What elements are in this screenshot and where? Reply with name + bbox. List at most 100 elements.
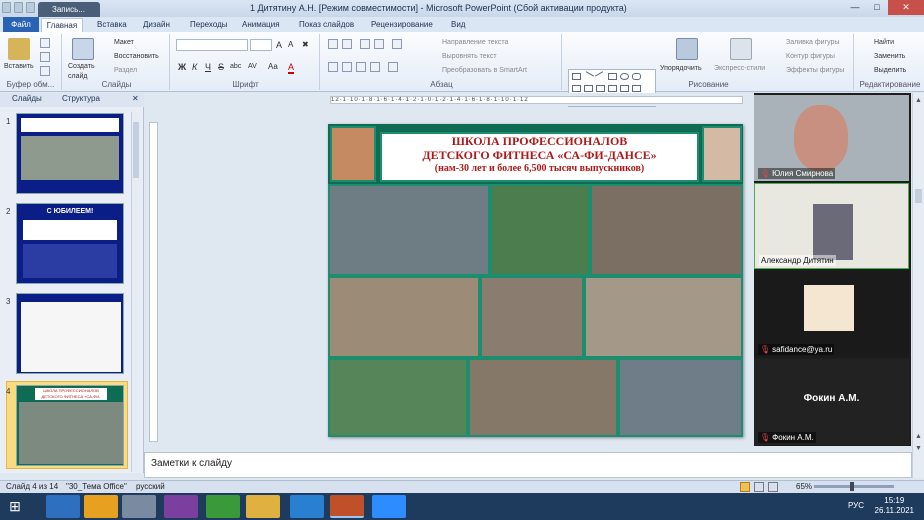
tab-review[interactable]: Рецензирование: [371, 18, 433, 32]
maximize-button[interactable]: □: [866, 0, 888, 15]
recording-tab[interactable]: Запись...: [38, 2, 100, 17]
photo-classroom[interactable]: [328, 184, 490, 276]
firefox-taskbar-icon[interactable]: [84, 495, 118, 518]
decrease-indent-icon[interactable]: [360, 39, 370, 49]
bullets-icon[interactable]: [328, 39, 338, 49]
participant-tile-1[interactable]: 🎙 Юлия Смирнова: [754, 95, 909, 181]
photo-fitballs[interactable]: [490, 184, 590, 276]
tab-insert[interactable]: Вставка: [97, 18, 127, 32]
tab-home[interactable]: Главная: [41, 18, 83, 32]
arrange-button[interactable]: Упорядочить: [660, 64, 702, 74]
find-button[interactable]: Найти: [874, 38, 894, 48]
spacing-button[interactable]: AV: [248, 62, 257, 72]
shape-effects-button[interactable]: Эффекты фигуры: [786, 66, 844, 76]
slides-panel-scrollbar[interactable]: [131, 112, 140, 472]
font-color-button[interactable]: A: [288, 62, 295, 74]
photo-lecture[interactable]: [480, 276, 584, 358]
zoom-slider[interactable]: [814, 482, 894, 491]
shadow-button[interactable]: abc: [230, 62, 241, 72]
save-icon[interactable]: [2, 2, 11, 13]
align-text-button[interactable]: Выровнять текст: [442, 52, 497, 62]
quick-styles-button[interactable]: Экспресс-стили: [714, 64, 765, 74]
slide-thumbnail-1[interactable]: [16, 113, 124, 194]
tab-slideshow[interactable]: Показ слайдов: [299, 18, 354, 32]
reading-view-icon[interactable]: [768, 482, 778, 492]
increase-indent-icon[interactable]: [374, 39, 384, 49]
section-button[interactable]: Раздел: [114, 66, 137, 76]
new-slide-button[interactable]: Создать слайд: [68, 62, 104, 82]
shape-fill-button[interactable]: Заливка фигуры: [786, 38, 839, 48]
portrait-left-photo[interactable]: [330, 126, 376, 182]
shape-arrow2-icon[interactable]: [620, 85, 629, 92]
shape-line-icon[interactable]: [582, 71, 595, 82]
shape-oval-icon[interactable]: [620, 73, 629, 80]
close-panel-icon[interactable]: ✕: [132, 94, 139, 103]
shape-rect2-icon[interactable]: [572, 85, 581, 92]
tab-design[interactable]: Дизайн: [143, 18, 170, 32]
tab-transitions[interactable]: Переходы: [190, 18, 228, 32]
photo-trainers[interactable]: [618, 358, 743, 437]
grow-font-button[interactable]: A: [276, 40, 282, 50]
explorer-taskbar-icon[interactable]: [246, 495, 280, 518]
minimize-button[interactable]: —: [844, 0, 866, 15]
copy-icon[interactable]: [40, 52, 50, 62]
justify-icon[interactable]: [370, 62, 380, 72]
undo-icon[interactable]: [14, 2, 23, 13]
slide-thumbnail-3[interactable]: [16, 293, 124, 374]
paste-icon[interactable]: [8, 38, 30, 60]
shape-triangle-icon[interactable]: [584, 85, 593, 92]
redo-icon[interactable]: [26, 2, 35, 13]
photo-dance-hall[interactable]: [590, 184, 743, 276]
prev-slide-icon[interactable]: ▲: [915, 433, 922, 440]
start-icon[interactable]: ⊞: [4, 495, 26, 518]
zoom-level[interactable]: 65%: [796, 481, 812, 493]
shape-textbox-icon[interactable]: [572, 73, 581, 80]
shape-roundrect-icon[interactable]: [632, 73, 641, 80]
photo-balls[interactable]: [328, 358, 468, 437]
language-indicator[interactable]: русский: [136, 481, 165, 493]
shape-arrow-icon[interactable]: [608, 85, 617, 92]
participant-tile-3[interactable]: 🎙 safidance@ya.ru: [754, 271, 909, 357]
shape-lshape-icon[interactable]: [596, 85, 605, 92]
line-spacing-icon[interactable]: [392, 39, 402, 49]
format-painter-icon[interactable]: [40, 66, 50, 76]
scroll-up-icon[interactable]: ▲: [915, 97, 922, 104]
tab-animation[interactable]: Анимация: [242, 18, 280, 32]
underline-button[interactable]: Ч: [205, 62, 211, 72]
select-button[interactable]: Выделить: [874, 66, 906, 76]
ie-taskbar-icon[interactable]: [46, 495, 80, 518]
arrange-icon[interactable]: [676, 38, 698, 60]
cut-icon[interactable]: [40, 38, 50, 48]
align-right-icon[interactable]: [356, 62, 366, 72]
strike-button[interactable]: S: [218, 62, 224, 72]
chrome-taskbar-icon[interactable]: [206, 495, 240, 518]
align-left-icon[interactable]: [328, 62, 338, 72]
text-direction-button[interactable]: Направление текста: [442, 38, 508, 48]
paste-button[interactable]: Вставить: [4, 62, 34, 72]
editor-scrollbar[interactable]: ▲ ▲ ▼: [912, 93, 924, 478]
portrait-right-photo[interactable]: [702, 126, 742, 182]
participant-tile-4[interactable]: Фокин А.М. 🎙 Фокин А.М.: [754, 359, 909, 445]
edge-taskbar-icon[interactable]: [290, 495, 324, 518]
zoom-taskbar-icon[interactable]: [372, 495, 406, 518]
slide-sorter-icon[interactable]: [754, 482, 764, 492]
photo-audience[interactable]: [468, 358, 618, 437]
tab-outline-panel[interactable]: Структура: [62, 94, 100, 103]
numbering-icon[interactable]: [342, 39, 352, 49]
smartart-button[interactable]: Преобразовать в SmartArt: [442, 66, 527, 76]
slide-thumbnail-4[interactable]: ШКОЛА ПРОФЕССИОНАЛОВ ДЕТСКОГО ФИТНЕСА «С…: [16, 385, 124, 466]
close-button[interactable]: ✕: [888, 0, 924, 15]
vs-taskbar-icon[interactable]: [164, 495, 198, 518]
photo-exercise-group[interactable]: [328, 276, 480, 358]
theme-name[interactable]: "30_Тема Office": [66, 481, 127, 493]
bold-button[interactable]: Ж: [178, 62, 186, 72]
shrink-font-button[interactable]: A: [288, 40, 293, 50]
quick-styles-icon[interactable]: [730, 38, 752, 60]
shape-line2-icon[interactable]: [594, 71, 607, 82]
zoom-handle[interactable]: [850, 482, 854, 491]
font-name-select[interactable]: [176, 39, 248, 51]
current-slide[interactable]: ШКОЛА ПРОФЕССИОНАЛОВ ДЕТСКОГО ФИТНЕСА «С…: [328, 124, 743, 437]
notes-placeholder[interactable]: Заметки к слайду: [151, 458, 232, 469]
photo-stretching[interactable]: [584, 276, 743, 358]
input-language[interactable]: РУС: [848, 501, 864, 510]
